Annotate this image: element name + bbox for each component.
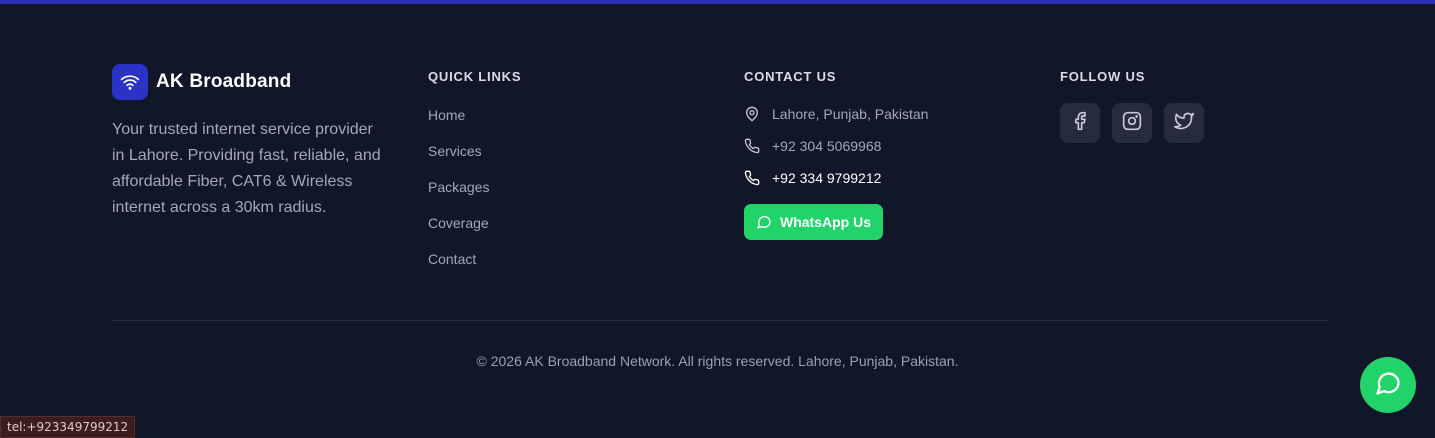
map-pin-icon [744,106,760,122]
quick-links-title: QUICK LINKS [428,69,522,84]
contact-phone-1-text: +92 304 5069968 [772,138,882,154]
contact-title: CONTACT US [744,69,837,84]
instagram-link[interactable] [1112,103,1152,143]
footer-link-home[interactable]: Home [428,106,708,142]
contact-list: Lahore, Punjab, Pakistan +92 304 5069968… [744,98,1044,194]
whatsapp-icon [756,214,772,230]
quick-links-list: Home Services Packages Coverage Contact [428,106,708,286]
footer-brand-column: AK Broadband Your trusted internet servi… [112,64,392,221]
wifi-icon [112,64,148,100]
chat-bubble-icon [1374,369,1402,402]
footer-link-packages[interactable]: Packages [428,178,708,214]
footer-link-contact[interactable]: Contact [428,250,708,286]
whatsapp-button[interactable]: WhatsApp Us [744,204,883,240]
contact-phone-1[interactable]: +92 304 5069968 [744,130,1044,162]
twitter-link[interactable] [1164,103,1204,143]
contact-phone-2[interactable]: +92 334 9799212 [744,162,1044,194]
brand-description: Your trusted internet service provider i… [112,121,381,216]
facebook-link[interactable] [1060,103,1100,143]
phone-icon [744,170,760,186]
brand-name: AK Broadband [156,71,292,92]
copyright-text: © 2026 AK Broadband Network. All rights … [476,353,959,369]
follow-column: FOLLOW US [1060,64,1320,143]
footer-link-coverage[interactable]: Coverage [428,214,708,250]
whatsapp-button-label: WhatsApp Us [780,214,871,230]
contact-address: Lahore, Punjab, Pakistan [744,98,1044,130]
social-links [1060,103,1320,143]
footer-divider [112,320,1328,321]
contact-column: CONTACT US Lahore, Punjab, Pakistan +92 … [744,64,1044,240]
instagram-icon [1122,111,1142,136]
follow-title: FOLLOW US [1060,69,1146,84]
twitter-icon [1174,111,1194,136]
facebook-icon [1070,111,1090,136]
footer-link-services[interactable]: Services [428,142,708,178]
quick-links-column: QUICK LINKS Home Services Packages Cover… [428,64,708,286]
phone-icon [744,138,760,154]
brand-logo-link[interactable]: AK Broadband [112,64,392,100]
contact-phone-2-text: +92 334 9799212 [772,170,882,186]
browser-status-url: tel:+923349799212 [0,416,136,438]
whatsapp-floating-button[interactable] [1360,357,1416,413]
contact-address-text: Lahore, Punjab, Pakistan [772,106,929,122]
